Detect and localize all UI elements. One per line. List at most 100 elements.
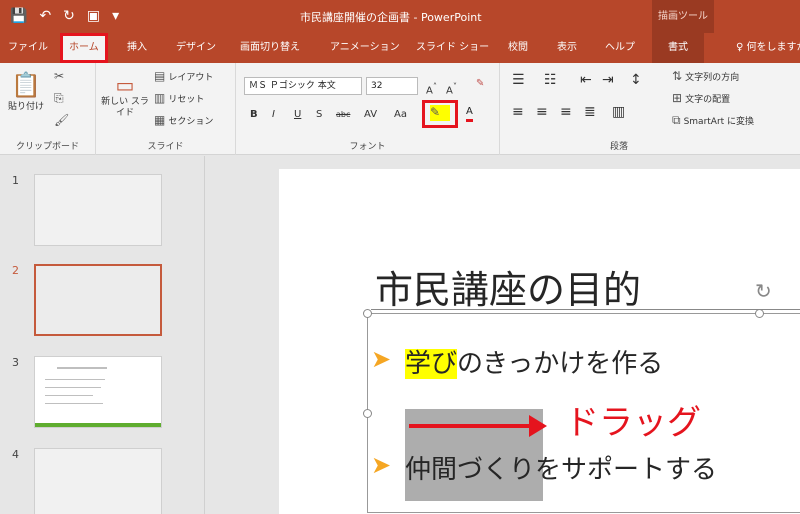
underline-button[interactable]: U <box>294 108 301 122</box>
paste-label: 貼り付け <box>7 102 44 112</box>
resize-handle[interactable] <box>755 309 764 318</box>
layout-button[interactable]: ▤ レイアウト <box>154 69 213 83</box>
slide-number: 3 <box>12 356 19 369</box>
rotate-handle-icon[interactable]: ↻ <box>755 279 772 303</box>
slide-thumbnail-2[interactable] <box>34 264 162 336</box>
resize-handle[interactable] <box>363 309 372 318</box>
drawing-tools-header: 描画ツール <box>652 0 714 33</box>
decrease-indent-icon[interactable]: ⇤ <box>580 73 592 87</box>
justify-icon[interactable]: ≣ <box>584 105 596 119</box>
paragraph-group-label: 段落 <box>610 142 629 152</box>
resize-handle[interactable] <box>363 409 372 418</box>
grow-font-icon[interactable]: A˄ <box>426 79 437 98</box>
clear-format-icon[interactable]: ✎ <box>476 77 484 91</box>
tab-help[interactable]: ヘルプ <box>605 33 635 63</box>
strikethrough-button[interactable]: abc <box>336 108 350 122</box>
slide-number: 1 <box>12 174 19 187</box>
font-name-combo[interactable]: ＭＳ Ｐゴシック 本文 <box>244 77 362 95</box>
customize-qat-icon[interactable]: ▾ <box>112 6 119 26</box>
text-direction-button[interactable]: ⇅ 文字列の方向 <box>672 69 739 83</box>
font-size-combo[interactable]: 32 <box>366 77 418 95</box>
align-text-icon: ⊞ <box>672 91 683 105</box>
format-painter-button[interactable]: 🖌 <box>54 113 69 127</box>
clipboard-group: 📋 貼り付け ✂ ⎘ 🖌 クリップボード <box>0 63 96 155</box>
reset-label: リセット <box>168 94 205 105</box>
tab-home[interactable]: ホーム <box>60 33 108 63</box>
bullets-icon[interactable]: ☰ <box>512 73 525 87</box>
paste-icon: 📋 <box>11 71 41 99</box>
align-left-icon[interactable]: ≡ <box>512 105 524 119</box>
align-right-icon[interactable]: ≡ <box>560 105 572 119</box>
tab-transitions[interactable]: 画面切り替え <box>240 33 300 63</box>
slide-number: 4 <box>12 448 19 461</box>
bold-button[interactable]: B <box>250 108 258 122</box>
bullet-arrow-icon: ➤ <box>371 451 392 479</box>
columns-icon[interactable]: ▥ <box>612 105 625 119</box>
current-slide[interactable]: 市民講座の目的 ↻ ➤ 学びのきっかけを作る ドラッグ ➤ 仲間づくりをサポート… <box>279 169 800 514</box>
mini-text-line <box>45 395 93 396</box>
font-group-label: フォント <box>349 142 386 152</box>
change-case-button[interactable]: Aa <box>394 108 407 122</box>
reset-icon: ▥ <box>154 91 166 105</box>
tab-review[interactable]: 校閲 <box>508 33 528 63</box>
align-text-button[interactable]: ⊞ 文字の配置 <box>672 91 730 105</box>
italic-button[interactable]: I <box>272 108 275 122</box>
layout-icon: ▤ <box>154 69 166 83</box>
paste-button[interactable]: 📋 貼り付け <box>6 71 46 112</box>
copy-icon: ⎘ <box>54 91 64 105</box>
line-spacing-icon[interactable]: ↕ <box>630 73 642 87</box>
redo-icon[interactable]: ↻ <box>63 6 75 26</box>
slide-number: 2 <box>12 264 19 277</box>
smartart-button[interactable]: ⧉ SmartArt に変換 <box>672 113 754 127</box>
mini-accent-bar <box>35 423 161 427</box>
shrink-font-icon[interactable]: A˅ <box>446 79 457 98</box>
section-icon: ▦ <box>154 113 166 127</box>
tab-slideshow[interactable]: スライド ショー <box>416 33 489 63</box>
ribbon: 📋 貼り付け ✂ ⎘ 🖌 クリップボード ▭ 新しい スライド ▤ レイアウト ▥… <box>0 63 800 155</box>
ribbon-tabs: ファイル ホーム 挿入 デザイン 画面切り替え アニメーション スライド ショー… <box>0 33 800 63</box>
bullet-arrow-icon: ➤ <box>371 345 392 373</box>
char-spacing-button[interactable]: AV <box>364 108 377 122</box>
scissors-icon: ✂ <box>54 69 65 83</box>
slides-group-label: スライド <box>147 142 184 152</box>
tab-file[interactable]: ファイル <box>8 33 48 63</box>
section-button[interactable]: ▦ セクション <box>154 113 213 127</box>
shadow-button[interactable]: S <box>316 108 322 122</box>
clipboard-group-label: クリップボード <box>15 142 79 152</box>
undo-icon[interactable]: ↶ <box>39 6 51 26</box>
tell-me-search[interactable]: ♀ 何をしますか <box>736 33 800 63</box>
save-icon[interactable]: 💾 <box>10 6 27 26</box>
present-icon[interactable]: ▣ <box>87 6 100 26</box>
cut-button[interactable]: ✂ <box>54 69 64 83</box>
brush-icon: 🖌 <box>54 113 70 127</box>
layout-label: レイアウト <box>168 72 214 83</box>
bullet-item-2[interactable]: 仲間づくりをサポートする <box>405 449 717 486</box>
slide-thumbnail-1[interactable] <box>34 174 162 246</box>
quick-access-toolbar: 💾 ↶ ↻ ▣ ▾ <box>10 6 119 26</box>
tab-animations[interactable]: アニメーション <box>330 33 400 63</box>
increase-indent-icon[interactable]: ⇥ <box>602 73 614 87</box>
tab-design[interactable]: デザイン <box>176 33 216 63</box>
tab-view[interactable]: 表示 <box>557 33 577 63</box>
bullet-item-1[interactable]: 学びのきっかけを作る <box>405 343 663 380</box>
tab-insert[interactable]: 挿入 <box>127 33 147 63</box>
copy-button[interactable]: ⎘ <box>54 91 64 105</box>
mini-text-line <box>45 379 105 380</box>
font-color-icon[interactable]: A <box>466 105 473 122</box>
smartart-icon: ⧉ <box>672 113 681 127</box>
font-group: ＭＳ Ｐゴシック 本文 32 A˄ A˅ ✎ B I U S abc AV Aa… <box>236 63 500 155</box>
reset-button[interactable]: ▥ リセット <box>154 91 204 105</box>
slide-thumbnail-pane: 1 2 3 4 <box>0 156 205 514</box>
slide-thumbnail-3[interactable] <box>34 356 162 428</box>
slide-thumbnail-4[interactable] <box>34 448 162 514</box>
slide-title[interactable]: 市民講座の目的 <box>375 259 641 314</box>
align-center-icon[interactable]: ≡ <box>536 105 548 119</box>
bullet-item-1-rest: のきっかけを作る <box>457 349 664 379</box>
mini-text-line <box>45 387 101 388</box>
numbering-icon[interactable]: ☷ <box>544 73 557 87</box>
new-slide-icon: ▭ <box>115 73 135 97</box>
drag-arrow-head <box>529 415 547 437</box>
drag-annotation: ドラッグ <box>565 403 701 443</box>
tab-format[interactable]: 書式 <box>652 33 704 63</box>
new-slide-button[interactable]: ▭ 新しい スライド <box>100 73 150 119</box>
